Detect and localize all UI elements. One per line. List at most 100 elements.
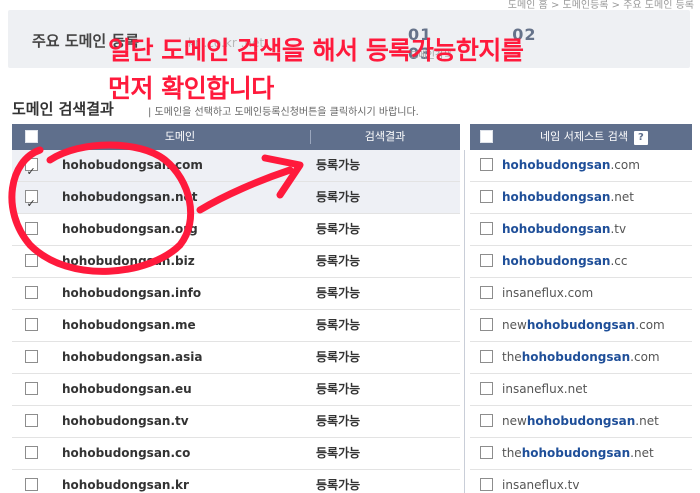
suggest-suffix: .com: [630, 350, 660, 364]
column-separator: [460, 438, 470, 470]
domain-name: hohobudongsan.me: [62, 318, 196, 332]
table-row: hohobudongsan.info 등록가능 insaneflux.com: [12, 278, 692, 310]
suggested-domain[interactable]: hohobudongsan.net: [502, 182, 692, 213]
suggested-domain[interactable]: newhohobudongsan.com: [502, 310, 692, 341]
suggest-suffix: .tv: [610, 222, 627, 236]
domain-checkbox[interactable]: [24, 414, 38, 427]
suggest-keyword: hohobudongsan: [502, 158, 611, 172]
domain-name: hohobudongsan.org: [62, 222, 198, 236]
domain-checkbox[interactable]: [24, 318, 38, 331]
suggest-checkbox[interactable]: [479, 318, 493, 331]
header-name-suggest-label: 네임 서제스트 검색: [540, 130, 628, 143]
header-result: 검색결과: [310, 124, 460, 150]
suggested-domain[interactable]: hohobudongsan.cc: [502, 246, 692, 277]
table-row: hohobudongsan.me 등록가능 newhohobudongsan.com: [12, 310, 692, 342]
suggest-suffix: .cc: [610, 254, 628, 268]
table-row: hohobudongsan.tv 등록가능 newhohobudongsan.net: [12, 406, 692, 438]
help-icon[interactable]: ?: [633, 131, 648, 145]
domain-checkbox[interactable]: [24, 382, 38, 395]
domain-name: hohobudongsan.biz: [62, 254, 195, 268]
suggest-keyword: hohobudongsan: [521, 350, 631, 364]
domain-name: hohobudongsan.net: [62, 190, 198, 204]
column-gap: [460, 124, 470, 150]
suggest-prefix: insaneflux.tv: [502, 478, 580, 492]
suggest-checkbox[interactable]: [479, 478, 493, 491]
suggest-checkbox-cell: [470, 214, 502, 245]
domain-checkbox[interactable]: [24, 350, 38, 363]
suggest-suffix: .net: [610, 190, 634, 204]
table-row: hohobudongsan.eu 등록가능 insaneflux.net: [12, 374, 692, 406]
search-result: 등록가능: [316, 254, 361, 268]
search-result: 등록가능: [316, 382, 361, 396]
row-checkbox-cell: [12, 470, 50, 493]
domain-checkbox[interactable]: [24, 156, 38, 187]
suggest-checkbox[interactable]: [479, 350, 493, 363]
search-result: 등록가능: [316, 350, 361, 364]
column-separator: [460, 150, 470, 182]
suggest-checkbox[interactable]: [479, 414, 493, 427]
suggest-checkbox[interactable]: [479, 158, 493, 171]
suggest-checkbox[interactable]: [479, 222, 493, 235]
suggest-prefix: insaneflux.com: [502, 286, 594, 300]
section-title: 도메인 검색결과: [12, 100, 114, 118]
header-result-label: 검색결과: [364, 130, 406, 143]
suggested-domain[interactable]: insaneflux.net: [502, 374, 692, 405]
domain-checkbox[interactable]: [24, 188, 38, 219]
suggest-checkbox[interactable]: [479, 190, 493, 203]
suggested-domain[interactable]: hohobudongsan.tv: [502, 214, 692, 245]
row-checkbox-cell: [12, 374, 50, 405]
suggested-domain[interactable]: newhohobudongsan.net: [502, 406, 692, 437]
row-checkbox-cell: [12, 310, 50, 341]
suggest-checkbox-cell: [470, 150, 502, 181]
select-all-checkbox[interactable]: [24, 129, 38, 143]
suggest-prefix: new: [502, 414, 527, 428]
suggest-checkbox[interactable]: [479, 382, 493, 395]
domain-checkbox[interactable]: [24, 446, 38, 459]
column-separator: [460, 214, 470, 246]
table-header: 도메인 검색결과 네임 서제스트 검색?: [12, 124, 692, 150]
search-result: 등록가능: [316, 158, 361, 172]
column-separator: [460, 342, 470, 374]
suggest-checkbox[interactable]: [479, 286, 493, 299]
suggest-suffix: .net: [630, 446, 654, 460]
column-separator: [460, 182, 470, 214]
table-row: hohobudongsan.net 등록가능 hohobudongsan.net: [12, 182, 692, 219]
domain-checkbox[interactable]: [24, 286, 38, 299]
suggest-suffix: .com: [635, 318, 665, 332]
domain-checkbox[interactable]: [24, 222, 38, 235]
domain-search-page: 도메인 홈 > 도메인등록 > 주요 도메인 등록 주요 도메인 등록 .kr …: [0, 0, 700, 493]
annotation-line-1: 일단 도메인 검색을 해서 등록가능한지를: [108, 36, 524, 65]
header-suggest-select-all: [470, 124, 502, 150]
suggest-checkbox[interactable]: [479, 254, 493, 267]
domain-name: hohobudongsan.co: [62, 446, 191, 460]
suggest-checkbox-cell: [470, 310, 502, 341]
column-separator: [460, 374, 470, 406]
row-checkbox-cell: [12, 342, 50, 373]
search-result: 등록가능: [316, 318, 361, 332]
suggest-prefix: the: [502, 446, 522, 460]
table-row: hohobudongsan.com 등록가능 hohobudongsan.com: [12, 150, 692, 187]
suggested-domain[interactable]: insaneflux.tv: [502, 470, 692, 493]
domain-name: hohobudongsan.info: [62, 286, 202, 300]
suggest-checkbox-cell: [470, 406, 502, 437]
domain-name: hohobudongsan.asia: [62, 350, 203, 364]
table-row: hohobudongsan.org 등록가능 hohobudongsan.tv: [12, 214, 692, 246]
row-checkbox-cell: [12, 246, 50, 277]
suggested-domain[interactable]: thehohobudongsan.net: [502, 438, 692, 469]
suggested-domain[interactable]: insaneflux.com: [502, 278, 692, 309]
table-row: hohobudongsan.kr 등록가능 insaneflux.tv: [12, 470, 692, 493]
row-checkbox-cell: [12, 438, 50, 469]
domain-checkbox[interactable]: [24, 254, 38, 267]
suggested-domain[interactable]: thehohobudongsan.com: [502, 342, 692, 373]
section-description: | 도메인을 선택하고 도메인등록신청버튼을 클릭하시기 바랍니다.: [148, 107, 419, 118]
suggested-domain[interactable]: hohobudongsan.com: [502, 150, 692, 181]
suggest-prefix: the: [502, 350, 522, 364]
row-checkbox-cell: [12, 278, 50, 309]
suggest-keyword: hohobudongsan: [521, 446, 631, 460]
suggest-checkbox-cell: [470, 374, 502, 405]
domain-name: hohobudongsan.tv: [62, 414, 189, 428]
suggest-select-all-checkbox[interactable]: [479, 129, 493, 143]
suggest-checkbox[interactable]: [479, 446, 493, 459]
domain-checkbox[interactable]: [24, 478, 38, 491]
table-row: hohobudongsan.biz 등록가능 hohobudongsan.cc: [12, 246, 692, 278]
